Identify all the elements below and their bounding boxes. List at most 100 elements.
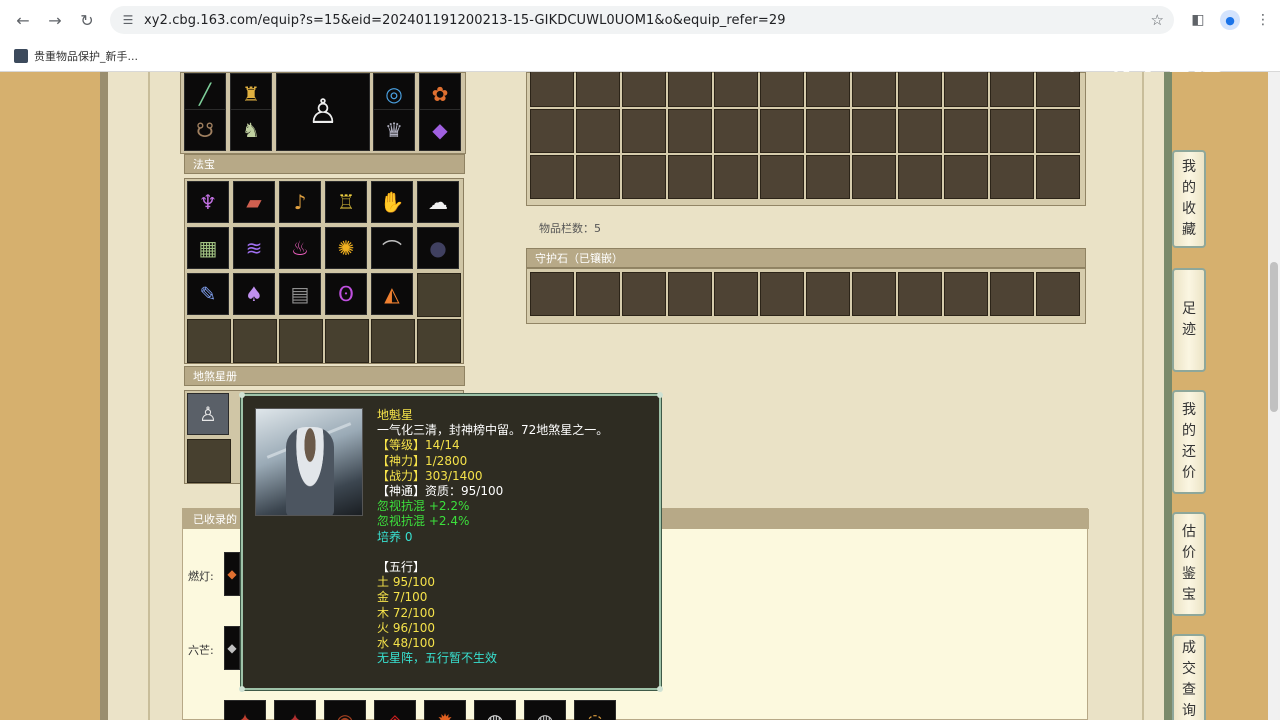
- empty-grid-cell: [806, 155, 850, 199]
- empty-grid-cell: [806, 109, 850, 153]
- page-scrollbar[interactable]: [1268, 72, 1280, 720]
- collected-item[interactable]: ✹: [424, 700, 466, 720]
- empty-grid-cell: [668, 155, 712, 199]
- fabao-item[interactable]: ▰: [233, 181, 275, 223]
- empty-grid-cell: [944, 109, 988, 153]
- collected-item[interactable]: ◈: [374, 700, 416, 720]
- equip-slot-boots[interactable]: ♞: [230, 109, 272, 151]
- empty-grid-cell: [760, 109, 804, 153]
- page: ╱ ♜ ☋ ♞ ♙ ◎ ✿ ♛ ◆ 法宝 ♆ ▰ ♪ ♖ ✋ ☁ ▦ ≋ ♨ ✺…: [0, 72, 1280, 720]
- collected-item[interactable]: ✦: [224, 700, 266, 720]
- empty-grid-cell: [714, 109, 758, 153]
- fabao-item[interactable]: ✺: [325, 227, 367, 269]
- sidebar-btn-appraisal[interactable]: 估 价 鉴 宝: [1172, 512, 1206, 616]
- empty-grid-cell: [668, 109, 712, 153]
- empty-grid-cell: [944, 272, 988, 316]
- fabao-item[interactable]: ♨: [279, 227, 321, 269]
- character-avatar: ♙: [276, 73, 370, 151]
- empty-grid-cell: [898, 155, 942, 199]
- fabao-item[interactable]: ♆: [187, 181, 229, 223]
- back-arrow-icon[interactable]: ←: [12, 9, 34, 31]
- empty-grid-cell: [530, 109, 574, 153]
- empty-slot: [279, 319, 323, 363]
- profile-avatar-icon[interactable]: ●: [1220, 10, 1240, 30]
- empty-grid-cell: [852, 109, 896, 153]
- menu-kebab-icon[interactable]: ⋮: [1252, 9, 1274, 31]
- equip-slot-amulet[interactable]: ◆: [419, 109, 461, 151]
- fabao-item[interactable]: ♪: [279, 181, 321, 223]
- guard-section-header: 守护石（已镶嵌）: [526, 248, 1086, 268]
- figure-shape: [286, 427, 334, 515]
- address-bar[interactable]: ☰ xy2.cbg.163.com/equip?s=15&eid=2024011…: [110, 6, 1174, 34]
- empty-grid-cell: [668, 72, 712, 107]
- fabao-item[interactable]: ≋: [233, 227, 275, 269]
- empty-slot: [233, 319, 277, 363]
- reload-icon[interactable]: ↻: [76, 9, 98, 31]
- empty-grid-cell: [622, 72, 666, 107]
- empty-slot: [417, 319, 461, 363]
- fabao-item[interactable]: ▤: [279, 273, 321, 315]
- empty-grid-cell: [898, 72, 942, 107]
- sidebar-btn-history[interactable]: 足 迹: [1172, 268, 1206, 372]
- empty-grid-cell: [898, 272, 942, 316]
- site-settings-icon[interactable]: ☰: [120, 12, 136, 28]
- fabao-item[interactable]: ●: [417, 227, 459, 269]
- empty-grid-cell: [530, 272, 574, 316]
- sidebar-btn-favorites[interactable]: 我 的 收 藏: [1172, 150, 1206, 248]
- empty-grid-cell: [898, 109, 942, 153]
- empty-grid-cell: [1036, 155, 1080, 199]
- item-tooltip: 地魁星 一气化三清，封神榜中留。72地煞星之一。 【等级】14/14 【神力】1…: [239, 392, 663, 692]
- collected-item[interactable]: ✦: [274, 700, 316, 720]
- collected-item[interactable]: ◍: [524, 700, 566, 720]
- fabao-item[interactable]: ✋: [371, 181, 413, 223]
- empty-grid-cell: [530, 155, 574, 199]
- star-portrait: [255, 408, 363, 516]
- collected-item[interactable]: ◆: [224, 626, 240, 670]
- fabao-item[interactable]: ʘ: [325, 273, 367, 315]
- empty-grid-cell: [714, 272, 758, 316]
- tooltip-name: 地魁星: [377, 408, 414, 422]
- empty-grid-cell: [576, 155, 620, 199]
- fabao-item[interactable]: ✎: [187, 273, 229, 315]
- scrollbar-thumb[interactable]: [1270, 262, 1278, 412]
- tooltip-desc: 一气化三清，封神榜中留。72地煞星之一。: [377, 423, 609, 438]
- fabao-item[interactable]: ▦: [187, 227, 229, 269]
- url-text: xy2.cbg.163.com/equip?s=15&eid=202401191…: [144, 12, 786, 28]
- equip-slot-necklace[interactable]: ☋: [184, 109, 226, 151]
- empty-slot: [325, 319, 369, 363]
- fabao-item[interactable]: ⌒: [371, 227, 413, 269]
- tooltip-shentong: 【神通】资质：95/100: [377, 484, 504, 499]
- empty-grid-cell: [944, 155, 988, 199]
- empty-grid-cell: [576, 72, 620, 107]
- fabao-item[interactable]: ♖: [325, 181, 367, 223]
- fabao-item[interactable]: ☁: [417, 181, 459, 223]
- bookmark-favicon-icon: [14, 49, 28, 63]
- collected-item[interactable]: ◍: [474, 700, 516, 720]
- sidebar-btn-transactions[interactable]: 成 交 查 询: [1172, 634, 1206, 720]
- fabao-item[interactable]: ♠: [233, 273, 275, 315]
- collected-item[interactable]: ◌: [574, 700, 616, 720]
- sidebar-btn-counteroffers[interactable]: 我 的 还 价: [1172, 390, 1206, 494]
- guard-stone-grid: [526, 268, 1086, 324]
- empty-grid-cell: [944, 72, 988, 107]
- side-panel-icon[interactable]: ◧: [1187, 9, 1209, 31]
- empty-grid-cell: [622, 109, 666, 153]
- empty-slot: [187, 319, 231, 363]
- empty-grid-cell: [806, 72, 850, 107]
- empty-grid-cell: [714, 155, 758, 199]
- equip-slot-hat[interactable]: ♛: [373, 109, 415, 151]
- tooltip-wuxing-title: 【五行】: [377, 560, 426, 575]
- collected-item[interactable]: ◆: [224, 552, 240, 596]
- dizhao-item[interactable]: ♙: [187, 393, 229, 435]
- tooltip-level: 【等级】14/14: [377, 438, 460, 453]
- bookmark-item[interactable]: 贵重物品保护_新手...: [34, 48, 138, 64]
- tooltip-peiyang: 培养 0: [377, 529, 413, 544]
- forward-arrow-icon[interactable]: →: [44, 9, 66, 31]
- fabao-item[interactable]: ◭: [371, 273, 413, 315]
- tooltip-wuxing-item: 水 48/100: [377, 636, 436, 651]
- empty-grid-cell: [576, 272, 620, 316]
- tooltip-attr: 忽视抗混 +2.2%: [377, 499, 470, 514]
- empty-grid-cell: [760, 155, 804, 199]
- collected-item[interactable]: ◉: [324, 700, 366, 720]
- bookmark-star-icon[interactable]: ☆: [1151, 11, 1164, 29]
